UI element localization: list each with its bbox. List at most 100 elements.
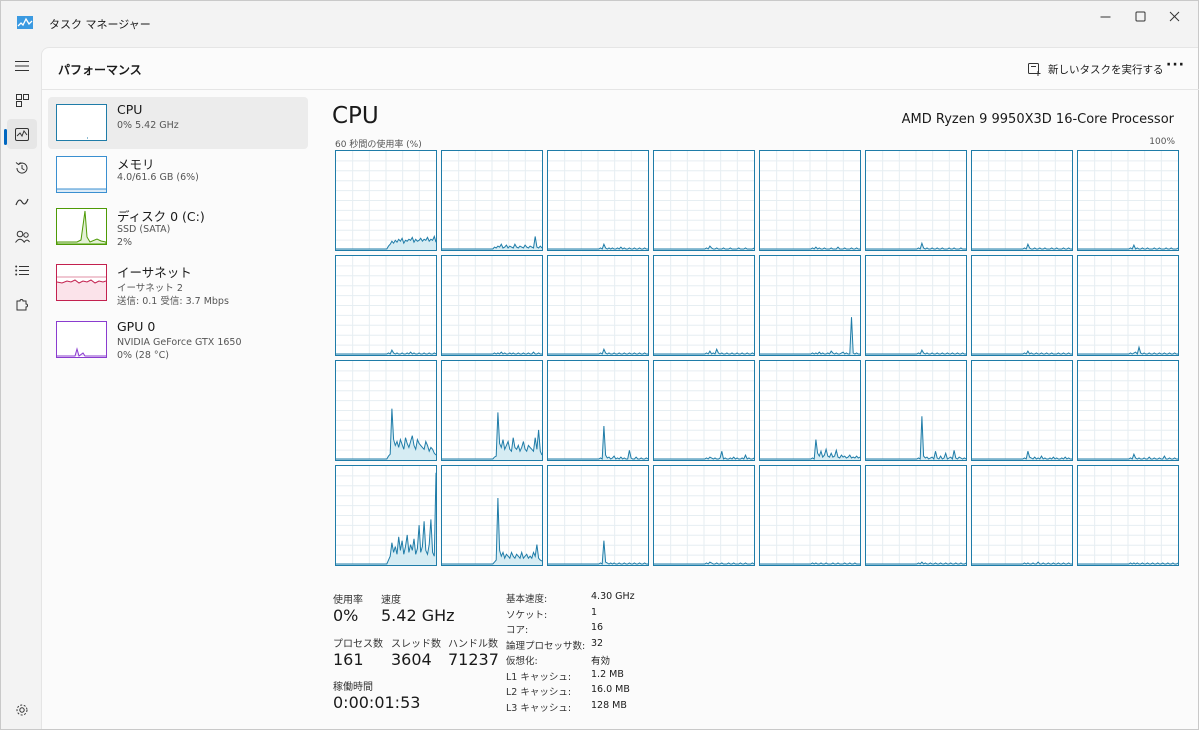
page-title: パフォーマンス — [58, 63, 142, 77]
logical-processor-graph — [547, 255, 649, 356]
device-item-memory[interactable]: メモリ 4.0/61.6 GB (6%) — [48, 149, 308, 201]
performance-icon — [15, 127, 29, 141]
logical-processor-graph — [547, 360, 649, 461]
more-options-button[interactable]: ··· — [1166, 57, 1185, 73]
handle-count-value: 71237 — [448, 650, 499, 669]
spec-key: L2 キャッシュ: — [506, 687, 572, 698]
logical-processor-graph — [1077, 465, 1179, 566]
logical-processor-graph — [653, 465, 755, 566]
logical-processor-graph — [759, 255, 861, 356]
hamburger-menu-button[interactable] — [7, 51, 37, 81]
spec-value: 1 — [591, 606, 598, 618]
graph-axis-max: 100% — [1149, 137, 1175, 147]
nav-app-history[interactable] — [7, 153, 37, 183]
spec-key: 論理プロセッサ数: — [506, 640, 586, 652]
logical-processor-graph — [335, 150, 437, 251]
logical-processor-graph — [1077, 150, 1179, 251]
logical-processor-graph — [547, 150, 649, 251]
device-item-gpu[interactable]: GPU 0 NVIDIA GeForce GTX 1650 0% (28 °C) — [48, 314, 308, 366]
device-name: CPU — [117, 102, 143, 117]
device-sub1: SSD (SATA) — [117, 224, 171, 235]
spec-value: 16.0 MB — [591, 684, 630, 695]
spec-value: 32 — [591, 637, 604, 649]
nav-details[interactable] — [7, 255, 37, 285]
logical-processor-graph — [865, 255, 967, 356]
device-item-disk[interactable]: ディスク 0 (C:) SSD (SATA) 2% — [48, 201, 308, 253]
device-name: GPU 0 — [117, 319, 156, 334]
logical-processor-graph — [335, 255, 437, 356]
users-icon — [14, 230, 30, 243]
ethernet-thumbnail-graph — [56, 264, 107, 301]
title-bar[interactable]: タスク マネージャー — [1, 1, 1198, 47]
run-task-icon — [1028, 62, 1041, 76]
logical-processor-graph — [547, 465, 649, 566]
cpu-thumbnail-graph — [56, 104, 107, 141]
device-sub1: 4.0/61.6 GB (6%) — [117, 172, 199, 183]
spec-value: 16 — [591, 622, 604, 633]
uptime-value: 0:00:01:53 — [333, 693, 421, 712]
logical-processor-graph — [865, 150, 967, 251]
disk-thumbnail-graph — [56, 208, 107, 245]
spec-key: ソケット: — [506, 609, 548, 621]
speed-label: 速度 — [381, 595, 401, 606]
logical-processor-graph — [653, 255, 755, 356]
nav-processes[interactable] — [7, 85, 37, 115]
history-icon — [15, 162, 28, 174]
spec-value: 有効 — [591, 656, 611, 667]
device-sub2: 送信: 0.1 受信: 3.7 Mbps — [117, 296, 229, 307]
spec-value: 128 MB — [591, 699, 627, 711]
close-button[interactable] — [1151, 1, 1197, 31]
logical-processor-graph — [759, 465, 861, 566]
logical-processor-graph — [653, 150, 755, 251]
close-icon — [1169, 11, 1179, 21]
nav-startup-apps[interactable] — [7, 187, 37, 217]
device-item-ethernet[interactable]: イーサネット イーサネット 2 送信: 0.1 受信: 3.7 Mbps — [48, 257, 308, 309]
settings-button[interactable] — [7, 695, 37, 725]
logical-processor-graph — [653, 360, 755, 461]
logical-processor-graph — [441, 360, 543, 461]
run-new-task-label: 新しいタスクを実行する — [1048, 63, 1164, 76]
window-title: タスク マネージャー — [49, 18, 151, 31]
gpu-thumbnail-graph — [56, 321, 107, 358]
nav-performance[interactable] — [7, 119, 37, 149]
startup-icon — [15, 198, 29, 206]
device-item-cpu[interactable]: CPU 0% 5.42 GHz — [48, 97, 308, 149]
logical-processor-graph — [865, 360, 967, 461]
maximize-icon — [1135, 11, 1145, 21]
usage-value: 0% — [333, 606, 359, 625]
spec-key: 基本速度: — [506, 594, 548, 605]
cpu-model-name: AMD Ryzen 9 9950X3D 16-Core Processor — [901, 112, 1174, 127]
logical-processor-graph — [1077, 360, 1179, 461]
logical-processor-graph — [335, 360, 437, 461]
device-sub1: 0% 5.42 GHz — [117, 120, 179, 131]
device-sub1: イーサネット 2 — [117, 283, 183, 294]
logical-processor-graphs — [335, 150, 1179, 568]
logical-processor-graph — [759, 360, 861, 461]
logical-processor-graph — [971, 150, 1073, 251]
spec-value: 4.30 GHz — [591, 591, 635, 602]
logical-processor-graph — [971, 465, 1073, 566]
run-new-task-button[interactable]: 新しいタスクを実行する — [1028, 59, 1164, 79]
process-count-label: プロセス数 — [333, 639, 383, 650]
thread-count-label: スレッド数 — [391, 639, 441, 650]
spec-value: 1.2 MB — [591, 668, 624, 680]
spec-key: L1 キャッシュ: — [506, 671, 572, 683]
processes-icon — [15, 93, 29, 107]
nav-services[interactable] — [7, 289, 37, 319]
task-manager-window: タスク マネージャー パフォーマンス 新しいタスクを実行する ··· CPU 0… — [0, 0, 1199, 730]
spec-key: 仮想化: — [506, 656, 538, 667]
services-puzzle-icon — [16, 299, 28, 311]
device-sub2: 2% — [117, 237, 133, 248]
minimize-icon — [1100, 16, 1110, 17]
nav-users[interactable] — [7, 221, 37, 251]
device-name: イーサネット — [117, 265, 192, 280]
logical-processor-graph — [759, 150, 861, 251]
device-sub1: NVIDIA GeForce GTX 1650 — [117, 337, 242, 348]
logical-processor-graph — [441, 255, 543, 356]
gear-icon — [16, 704, 28, 716]
logical-processor-graph — [971, 255, 1073, 356]
spec-key: L3 キャッシュ: — [506, 702, 572, 714]
logical-processor-graph — [441, 465, 543, 566]
main-pane: パフォーマンス 新しいタスクを実行する ··· CPU 0% 5.42 GHz … — [41, 47, 1199, 729]
graph-axis-label: 60 秒間の使用率 (%) — [335, 140, 422, 150]
